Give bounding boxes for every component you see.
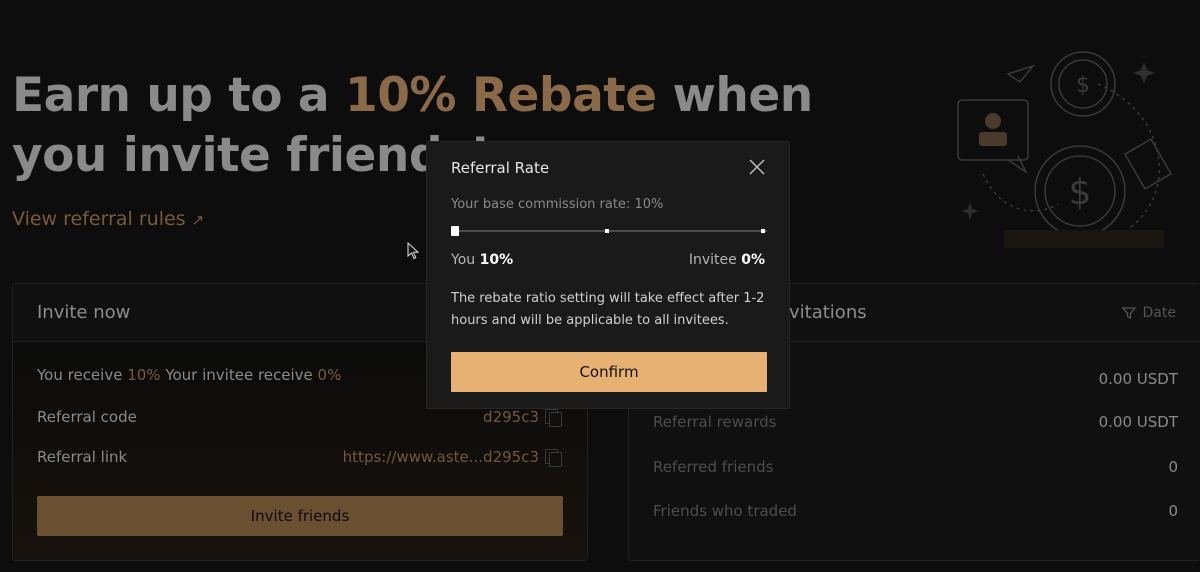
- mouse-cursor-icon: [407, 242, 419, 260]
- receive-value: 10%: [127, 366, 161, 384]
- hero-title-text: Earn up to a: [12, 68, 345, 123]
- close-icon[interactable]: [747, 157, 767, 177]
- user-card-icon: [957, 99, 1029, 161]
- stat-value: 0: [1168, 502, 1178, 520]
- referral-rate-modal: Referral Rate Your base commission rate:…: [426, 141, 790, 409]
- referral-link-label: Referral link: [37, 448, 128, 466]
- view-referral-rules-link[interactable]: View referral rules ↗: [12, 208, 204, 230]
- copy-icon[interactable]: [545, 449, 562, 467]
- date-filter-label: Date: [1142, 304, 1176, 321]
- stat-value: 0: [1168, 458, 1178, 476]
- view-rules-label: View referral rules: [12, 208, 186, 230]
- invitee-label: Invitee: [688, 252, 737, 268]
- you-label: You: [451, 252, 476, 268]
- receive-label: You receive: [37, 366, 128, 384]
- referral-code-value: d295c3: [483, 408, 539, 426]
- referral-code-row: Referral code d295c3: [37, 408, 562, 427]
- hero-title-text-end: when: [656, 68, 814, 123]
- referral-code-label: Referral code: [37, 408, 137, 426]
- you-value: 10%: [479, 252, 514, 268]
- hero-title-accent: 10% Rebate: [345, 68, 657, 123]
- rate-split: You 10% Invitee 0%: [451, 252, 765, 268]
- slider-tick: [761, 229, 765, 233]
- rate-slider[interactable]: [451, 224, 767, 238]
- filter-icon: [1121, 306, 1136, 319]
- paper-plane-icon: [1006, 64, 1036, 84]
- invitee-receive-label: Your invitee receive: [160, 366, 318, 384]
- stat-row: Referred friends 0: [653, 458, 1178, 476]
- referral-page: Earn up to a 10% Rebate when you invite …: [0, 0, 1200, 572]
- base-commission-rate: Your base commission rate: 10%: [451, 197, 664, 212]
- invitations-card-title: vitations: [789, 302, 867, 323]
- slider-tick: [605, 229, 609, 233]
- copy-icon[interactable]: [545, 409, 562, 427]
- arrow-up-right-icon: ↗: [191, 211, 205, 229]
- slider-thumb[interactable]: [451, 226, 459, 236]
- invitee-receive-value: 0%: [317, 366, 342, 384]
- referral-link-row: Referral link https://www.aste...d295c3: [37, 448, 562, 467]
- referral-illustration: $ $: [957, 51, 1173, 248]
- invitee-share: Invitee 0%: [689, 252, 765, 268]
- confirm-button[interactable]: Confirm: [451, 352, 767, 392]
- invitee-value: 0%: [741, 252, 765, 268]
- stat-label: Referred friends: [653, 458, 774, 476]
- stat-value: 0.00 USDT: [1098, 370, 1178, 388]
- modal-note: The rebate ratio setting will take effec…: [451, 291, 765, 328]
- stat-value: 0.00 USDT: [1098, 413, 1178, 431]
- invite-card-title: Invite now: [37, 302, 131, 323]
- stat-row: Referral rewards 0.00 USDT: [653, 413, 1178, 431]
- referral-link-value: https://www.aste...d295c3: [342, 448, 539, 466]
- svg-text:$: $: [1069, 172, 1092, 213]
- invite-friends-button[interactable]: Invite friends: [37, 496, 563, 536]
- svg-text:$: $: [1076, 73, 1090, 98]
- slider-track: [451, 230, 767, 232]
- stat-row: Friends who traded 0: [653, 502, 1178, 520]
- date-filter[interactable]: Date: [1121, 305, 1176, 321]
- stat-label: Referral rewards: [653, 413, 777, 431]
- you-share: You 10%: [451, 252, 513, 268]
- modal-title: Referral Rate: [451, 159, 550, 177]
- stat-label: Friends who traded: [653, 502, 797, 520]
